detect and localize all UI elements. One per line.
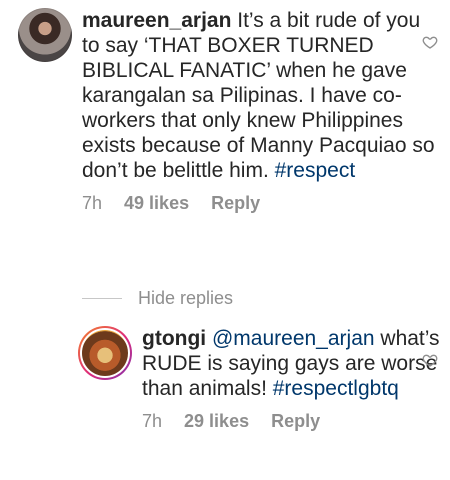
comment-username[interactable]: maureen_arjan bbox=[82, 9, 231, 32]
heart-outline-icon[interactable] bbox=[422, 34, 438, 50]
reply-mention[interactable]: @maureen_arjan bbox=[212, 327, 375, 350]
comment-hashtag[interactable]: #respect bbox=[275, 159, 356, 182]
hide-replies-label[interactable]: Hide replies bbox=[138, 288, 233, 309]
comment-body: maureen_arjan It’s a bit rude of you to … bbox=[82, 8, 443, 214]
reply-meta: 7h 29 likes Reply bbox=[142, 411, 443, 432]
avatar[interactable] bbox=[78, 326, 132, 380]
heart-outline-icon[interactable] bbox=[422, 352, 438, 368]
hide-replies-toggle[interactable]: Hide replies bbox=[82, 288, 233, 309]
comment-reply-button[interactable]: Reply bbox=[211, 193, 260, 214]
reply-item: gtongi @maureen_arjan what’s RUDE is say… bbox=[78, 326, 443, 432]
comments-panel: maureen_arjan It’s a bit rude of you to … bbox=[0, 0, 450, 480]
divider-line bbox=[82, 298, 122, 299]
comment-text: maureen_arjan It’s a bit rude of you to … bbox=[82, 8, 443, 183]
reply-time: 7h bbox=[142, 411, 163, 431]
reply-text: gtongi @maureen_arjan what’s RUDE is say… bbox=[142, 326, 443, 401]
comment-message: It’s a bit rude of you to say ‘THAT BOXE… bbox=[82, 9, 435, 182]
comment-meta: 7h 49 likes Reply bbox=[82, 193, 443, 214]
reply-hashtag[interactable]: #respectlgbtq bbox=[273, 377, 399, 400]
reply-body: gtongi @maureen_arjan what’s RUDE is say… bbox=[142, 326, 443, 432]
comment-item: maureen_arjan It’s a bit rude of you to … bbox=[18, 8, 443, 214]
reply-likes-count[interactable]: 29 likes bbox=[184, 411, 249, 432]
reply-username[interactable]: gtongi bbox=[142, 327, 206, 350]
comment-likes-count[interactable]: 49 likes bbox=[124, 193, 189, 214]
avatar[interactable] bbox=[18, 8, 72, 62]
reply-reply-button[interactable]: Reply bbox=[271, 411, 320, 432]
comment-time: 7h bbox=[82, 193, 103, 213]
